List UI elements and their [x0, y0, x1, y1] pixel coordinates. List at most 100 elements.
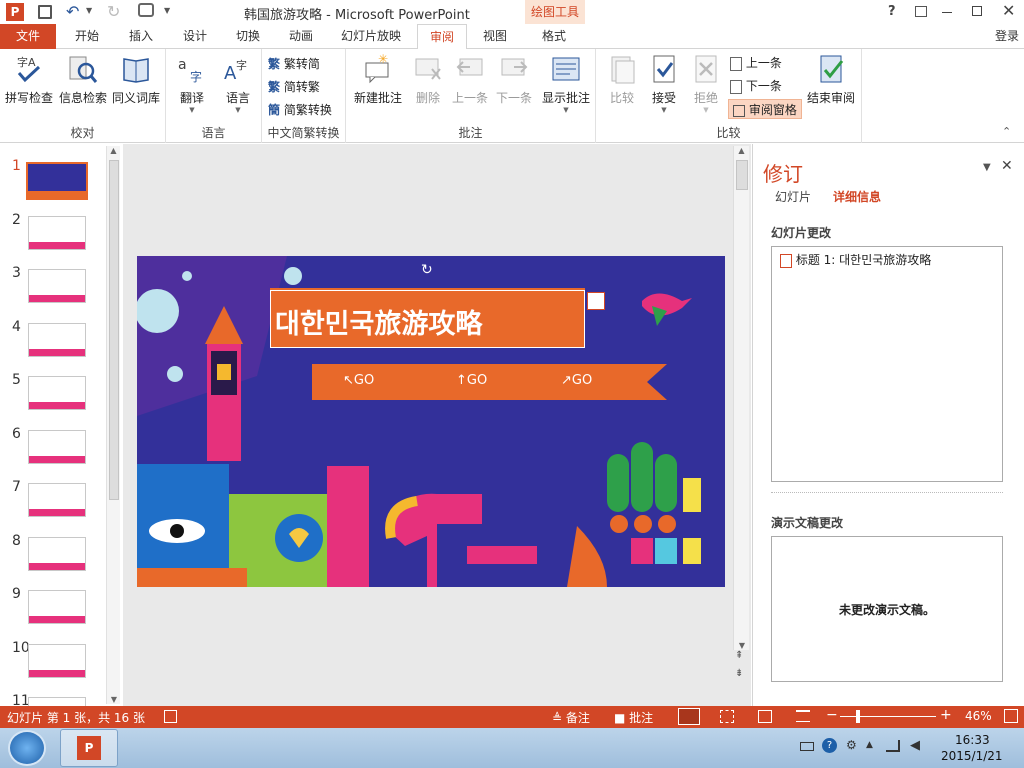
undo-dropdown-icon[interactable]: ▼: [86, 6, 92, 15]
previous-change-button[interactable]: 上一条: [730, 53, 782, 73]
zoom-in-button[interactable]: +: [940, 707, 952, 723]
fit-to-window-icon[interactable]: [1004, 709, 1018, 723]
redo-icon[interactable]: ↻: [107, 2, 120, 21]
help-button[interactable]: ?: [888, 4, 896, 19]
thumbnail-scrollbar[interactable]: ▲ ▼: [106, 146, 120, 704]
next-comment-button[interactable]: 下一条: [492, 53, 536, 106]
simp-to-trad-button[interactable]: 繁 简转繁: [268, 77, 320, 97]
customize-qat-icon[interactable]: ▼: [164, 6, 170, 15]
show-comments-button[interactable]: 显示批注 ▼: [538, 53, 594, 114]
edit-scroll-up-arrow[interactable]: ▲: [734, 146, 749, 155]
start-button[interactable]: [8, 730, 46, 766]
collapse-ribbon-icon[interactable]: ⌃: [1002, 125, 1011, 138]
tab-design[interactable]: 设计: [172, 24, 218, 49]
slide-thumbnail[interactable]: [28, 483, 86, 517]
zoom-slider-thumb[interactable]: [856, 710, 860, 723]
change-item[interactable]: 标题 1: 대한민국旅游攻略: [780, 251, 931, 268]
tab-slideshow[interactable]: 幻灯片放映: [334, 24, 408, 49]
login-link[interactable]: 登录: [990, 24, 1024, 49]
tab-review[interactable]: 审阅: [417, 24, 467, 50]
delete-comment-button[interactable]: 删除: [408, 53, 448, 106]
slide-thumbnail[interactable]: [28, 322, 86, 357]
help-tray-icon[interactable]: ?: [822, 738, 837, 753]
keyboard-tray-icon[interactable]: [800, 742, 814, 751]
spellcheck-status-icon[interactable]: [164, 710, 177, 723]
notes-button[interactable]: ≜ 备注: [552, 709, 590, 726]
rotate-handle-icon[interactable]: ↻: [421, 262, 433, 278]
slide-thumbnail[interactable]: [28, 215, 86, 250]
slide-thumbnail[interactable]: [28, 269, 86, 303]
presenter-icon[interactable]: [138, 3, 154, 17]
compare-button[interactable]: 比较: [600, 53, 644, 106]
end-review-button[interactable]: 结束审阅: [804, 53, 858, 106]
settings-tray-icon[interactable]: ⚙: [846, 738, 857, 752]
slideshow-view-icon[interactable]: [796, 710, 810, 722]
minimize-icon[interactable]: [942, 12, 952, 13]
close-icon[interactable]: ✕: [1002, 1, 1015, 20]
ribbon-display-icon[interactable]: [915, 6, 927, 17]
slide-thumbnail[interactable]: [28, 429, 86, 464]
previous-slide-icon[interactable]: ⇞: [735, 650, 743, 661]
scroll-up-arrow[interactable]: ▲: [107, 146, 120, 155]
delete-comment-label: 删除: [415, 91, 440, 105]
zoom-slider[interactable]: [840, 716, 936, 717]
slide-edit-area[interactable]: 대한민국旅游攻略 ↻ ↖GO ↑GO ↗GO ▲ ▼ ⇞ ⇟: [123, 144, 751, 706]
edit-scroll-down-arrow[interactable]: ▼: [734, 641, 750, 650]
spell-check-label: 拼写检查: [4, 91, 53, 105]
tab-view[interactable]: 视图: [472, 24, 518, 49]
slide-thumbnail[interactable]: [28, 536, 86, 571]
translate-button[interactable]: a字 翻译 ▼: [170, 53, 214, 114]
chinese-convert-button[interactable]: 簡 简繁转换: [268, 100, 332, 120]
edit-scroll-thumb[interactable]: [736, 160, 748, 190]
slide-thumbnail[interactable]: [28, 376, 86, 410]
new-comment-button[interactable]: ✳ 新建批注: [350, 53, 406, 106]
save-icon[interactable]: [38, 5, 52, 19]
tab-details-revisions[interactable]: 详细信息: [833, 188, 881, 205]
thesaurus-button[interactable]: 同义词库: [110, 53, 162, 106]
tab-insert[interactable]: 插入: [118, 24, 164, 49]
language-button[interactable]: A字 语言 ▼: [216, 53, 260, 114]
research-button[interactable]: 信息检索: [58, 53, 108, 106]
clock-date[interactable]: 2015/1/21: [941, 749, 1003, 763]
network-tray-icon[interactable]: [886, 740, 900, 752]
group-label-compare: 比较: [716, 126, 741, 140]
scroll-thumb[interactable]: [109, 160, 119, 500]
tab-home[interactable]: 开始: [64, 24, 110, 49]
revisions-pane: 修订 ▼ ✕ 幻灯片 详细信息 幻灯片更改 标题 1: 대한민국旅游攻略 演示文…: [752, 144, 1024, 706]
slide-thumbnail[interactable]: [26, 162, 88, 200]
tab-format[interactable]: 格式: [526, 24, 582, 49]
slide-sorter-icon[interactable]: [720, 710, 734, 723]
reviewing-pane-button[interactable]: 审阅窗格: [728, 99, 802, 119]
reading-view-icon[interactable]: [758, 710, 772, 723]
trad-to-simp-button[interactable]: 繁 繁转简: [268, 54, 320, 74]
thumbnail-bottom-strip: [29, 348, 85, 356]
volume-tray-icon[interactable]: ◀: [910, 738, 920, 753]
previous-comment-button[interactable]: 上一条: [448, 53, 492, 106]
zoom-out-button[interactable]: −: [826, 707, 838, 723]
scroll-down-arrow[interactable]: ▼: [107, 695, 121, 704]
slide-thumbnail[interactable]: [28, 590, 86, 624]
clock-time[interactable]: 16:33: [955, 733, 990, 747]
revision-marker-icon[interactable]: [587, 292, 605, 310]
next-change-button[interactable]: 下一条: [730, 76, 782, 96]
title-selection-box[interactable]: [270, 290, 585, 348]
normal-view-icon[interactable]: [678, 708, 700, 725]
restore-icon[interactable]: [972, 6, 982, 16]
pane-close-icon[interactable]: ✕: [1001, 158, 1013, 174]
accept-button[interactable]: 接受 ▼: [642, 53, 686, 114]
tab-transitions[interactable]: 切换: [225, 24, 271, 49]
tab-slides-revisions[interactable]: 幻灯片: [775, 188, 811, 205]
show-hidden-icons[interactable]: ▲: [866, 740, 873, 750]
taskbar-powerpoint-button[interactable]: P: [60, 729, 118, 767]
zoom-level[interactable]: 46%: [965, 709, 992, 723]
slide-thumbnail[interactable]: [28, 643, 86, 678]
spell-check-button[interactable]: 字A 拼写检查: [2, 53, 56, 106]
tab-file[interactable]: 文件: [0, 24, 56, 49]
tab-animations[interactable]: 动画: [278, 24, 324, 49]
pane-options-icon[interactable]: ▼: [983, 162, 991, 173]
next-slide-icon[interactable]: ⇟: [735, 668, 743, 679]
reject-button[interactable]: 拒绝 ▼: [684, 53, 728, 114]
edit-scrollbar[interactable]: ▲ ▼: [733, 146, 749, 650]
comments-status-button[interactable]: ■ 批注: [614, 709, 653, 726]
undo-icon[interactable]: ↶: [66, 2, 79, 21]
